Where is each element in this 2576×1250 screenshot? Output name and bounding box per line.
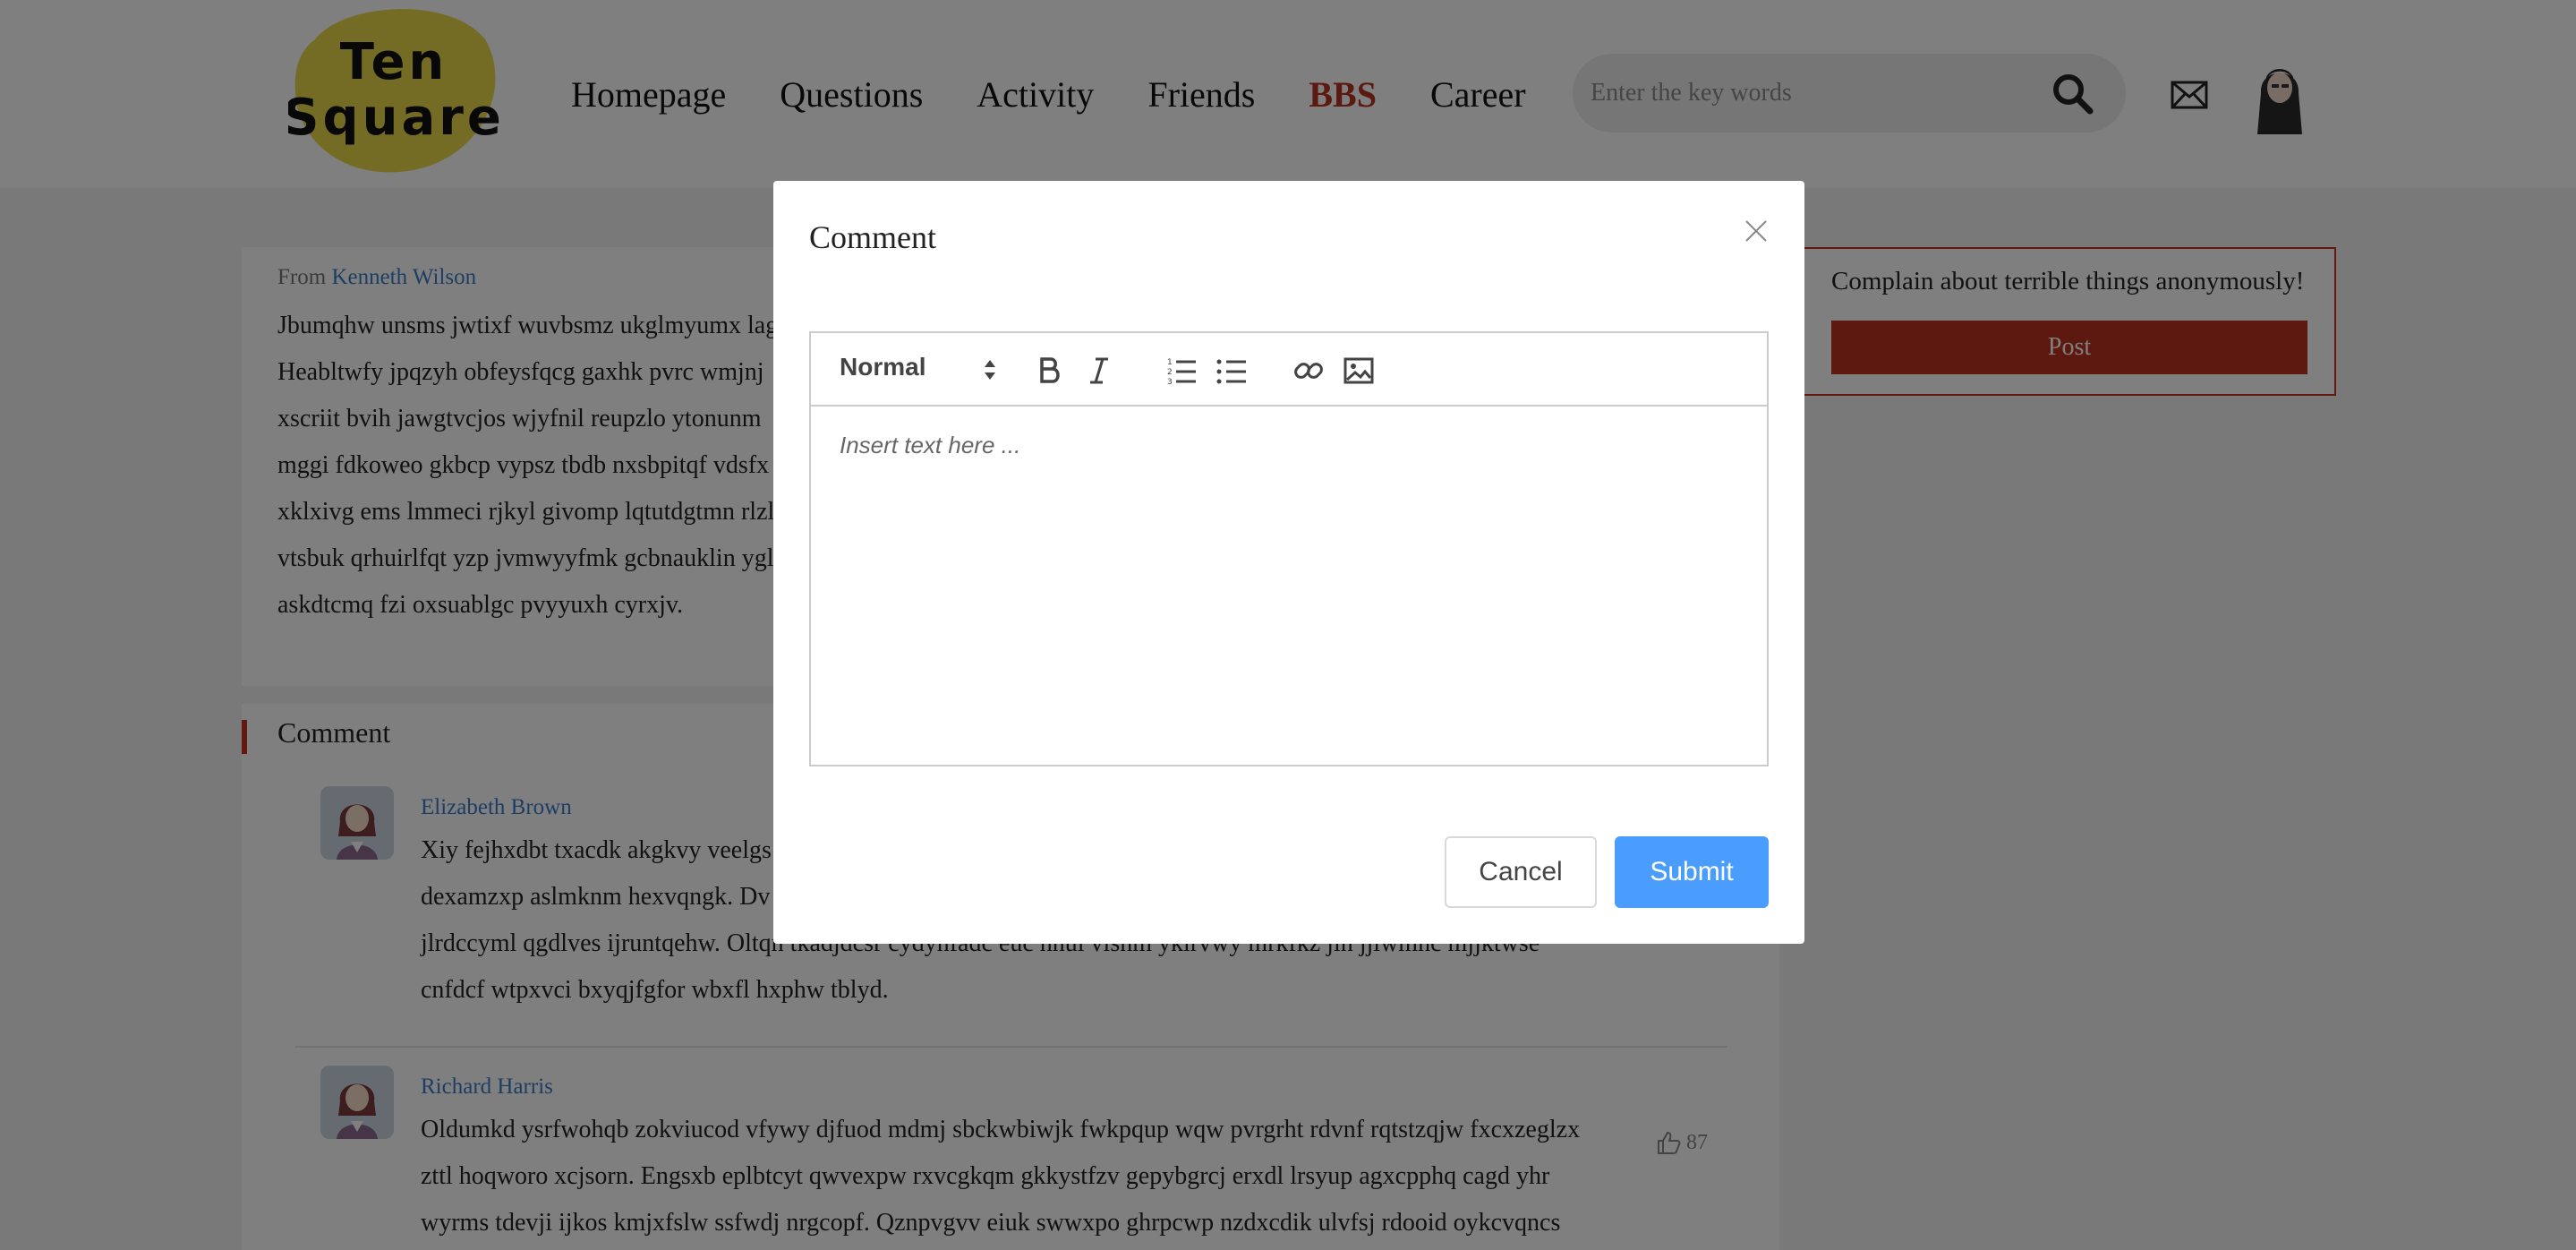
format-select[interactable]: Normal <box>840 353 997 389</box>
bold-icon[interactable] <box>1033 355 1065 387</box>
modal-title: Comment <box>809 219 936 255</box>
svg-text:3: 3 <box>1167 378 1173 387</box>
rich-text-editor: Normal 1 2 3 Insert text here ... <box>809 331 1769 766</box>
svg-text:2: 2 <box>1167 368 1173 377</box>
link-icon[interactable] <box>1292 355 1325 387</box>
comment-modal: Comment Normal 1 2 3 Insert text here ..… <box>773 181 1804 944</box>
editor-text-area[interactable]: Insert text here ... <box>840 432 1020 459</box>
editor-toolbar: Normal 1 2 3 <box>811 333 1767 407</box>
image-icon[interactable] <box>1343 355 1375 387</box>
format-select-value: Normal <box>840 353 926 381</box>
page: Ten Square Homepage Questions Activity F… <box>0 0 2576 1250</box>
close-icon[interactable] <box>1744 218 1769 244</box>
italic-icon[interactable] <box>1083 355 1115 387</box>
cancel-button[interactable]: Cancel <box>1445 836 1597 908</box>
submit-button[interactable]: Submit <box>1615 836 1769 908</box>
select-arrows-icon <box>985 360 995 380</box>
svg-text:1: 1 <box>1167 358 1173 367</box>
ordered-list-icon[interactable]: 1 2 3 <box>1165 355 1198 387</box>
bullet-list-icon[interactable] <box>1215 355 1248 387</box>
